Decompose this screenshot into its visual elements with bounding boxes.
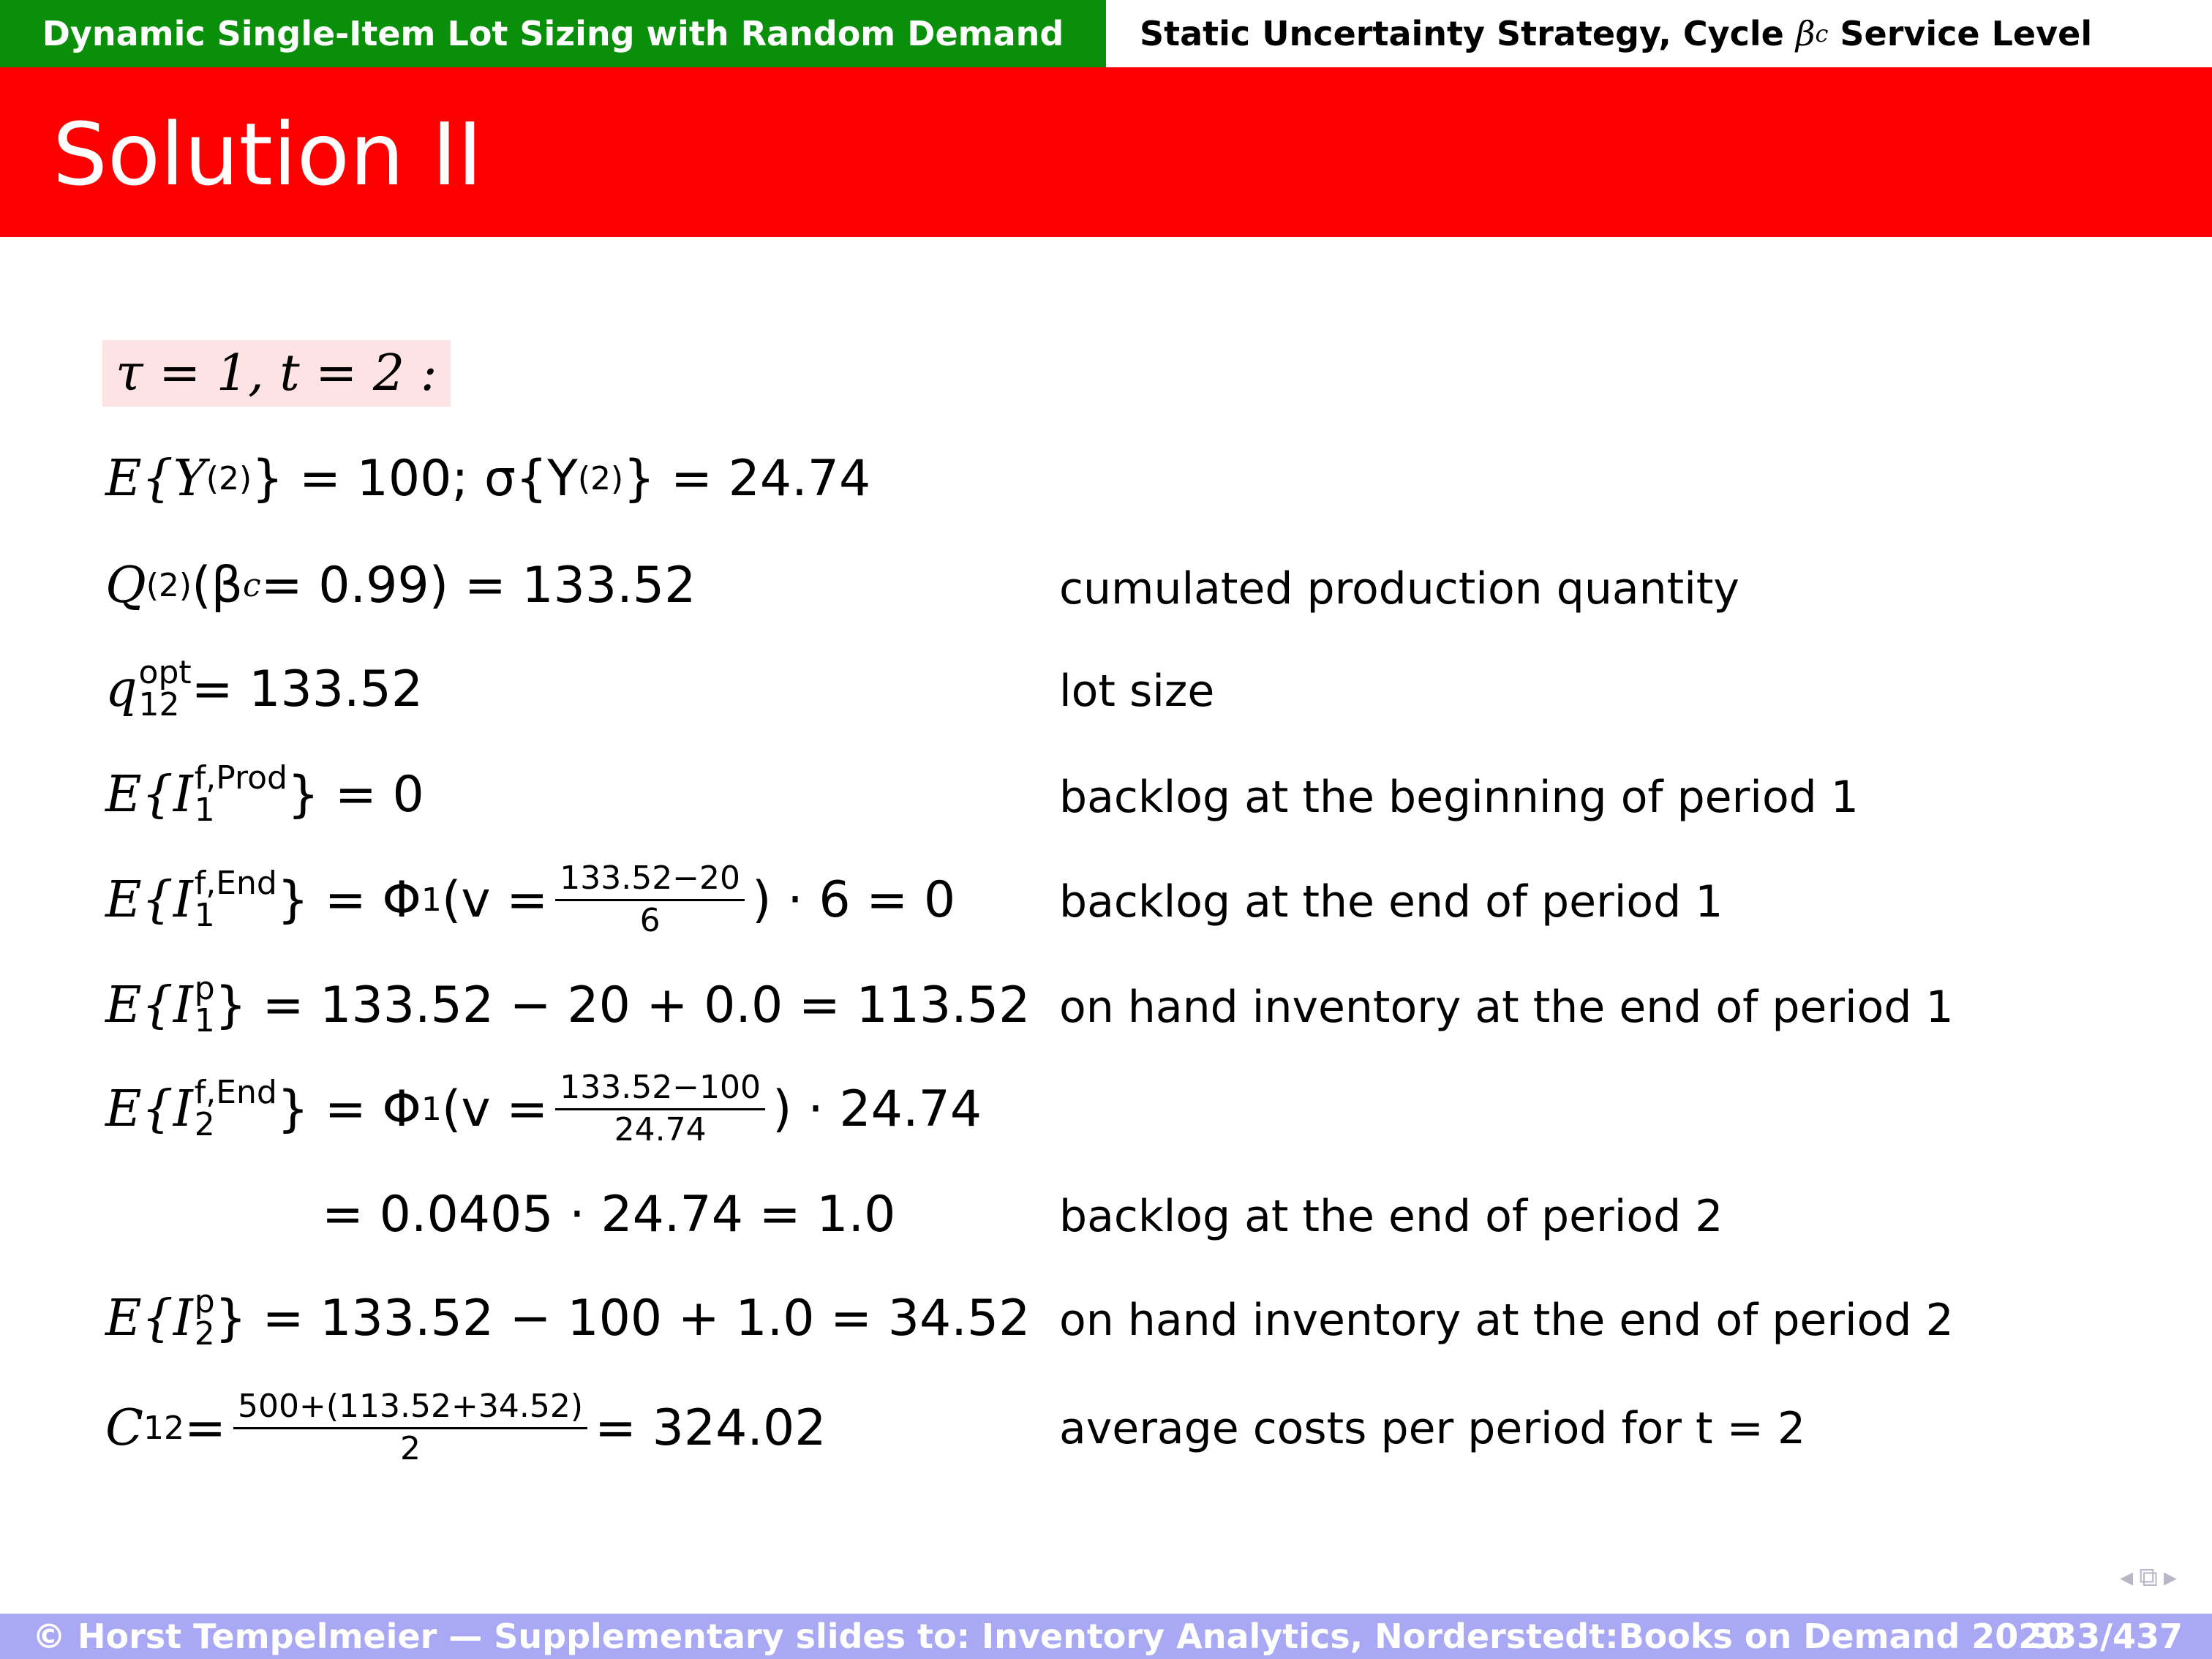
- l7-c: (v =: [441, 1080, 549, 1138]
- l3-a: q: [105, 660, 138, 718]
- l5-sub: 1: [194, 897, 215, 934]
- backlog-begin-line: E{I f,Prod 1 } = 0: [105, 758, 424, 831]
- l5-sup: f,End: [194, 865, 277, 902]
- l10-numerator: 500+(113.52+34.52): [233, 1390, 587, 1429]
- lot-size-desc: lot size: [1059, 666, 1215, 717]
- l10-sub: 12: [143, 1409, 185, 1447]
- l5-b: } = Φ: [276, 870, 421, 929]
- subsection-title-prefix: Static Uncertainty Strategy, Cycle: [1140, 14, 1784, 53]
- cumulated-quantity-desc: cumulated production quantity: [1059, 563, 1739, 614]
- onhand-period2-desc: on hand inventory at the end of period 2: [1059, 1295, 1954, 1346]
- average-costs-desc: average costs per period for t = 2: [1059, 1403, 1806, 1454]
- frame-icon[interactable]: ⧉: [2139, 1562, 2164, 1592]
- l10-denominator: 2: [400, 1429, 421, 1467]
- l7-sub: 2: [194, 1106, 215, 1143]
- l5-phisup: 1: [421, 881, 442, 919]
- l2-b: (β: [192, 556, 244, 614]
- l8: = 0.0405 · 24.74 = 1.0: [322, 1185, 896, 1244]
- l2-c: = 0.99) = 133.52: [260, 556, 696, 614]
- l7-denominator: 24.74: [614, 1110, 707, 1148]
- lot-size-line: q opt 12 = 133.52: [105, 652, 423, 726]
- backlog-end-period2-desc: backlog at the end of period 2: [1059, 1191, 1723, 1242]
- beta-symbol: β: [1795, 14, 1816, 53]
- l3-b: = 133.52: [191, 660, 424, 718]
- l10-a: C: [105, 1399, 144, 1457]
- l2-a: Q: [105, 556, 146, 614]
- l5-d: ) · 6 = 0: [752, 870, 956, 929]
- l9-sup: p: [194, 1283, 215, 1320]
- backlog-end-period2-line: E{I f,End 2 } = Φ 1 (v = 133.52−100 24.74 ) · 2…: [105, 1071, 982, 1148]
- expectation-line: E{Y (2)} = 100; σ{Y (2)} = 24.74: [105, 442, 870, 515]
- l6-sup: p: [194, 970, 215, 1007]
- l5-numerator: 133.52−20: [555, 862, 745, 901]
- l4-b: } = 0: [287, 765, 424, 824]
- l7-a: E{I: [105, 1080, 193, 1138]
- section-title[interactable]: Dynamic Single-Item Lot Sizing with Rand…: [0, 0, 1106, 67]
- backlog-end-period1-desc: backlog at the end of period 1: [1059, 876, 1723, 928]
- l4-a: E{I: [105, 765, 193, 824]
- l1-c: } = 24.74: [623, 449, 871, 508]
- l2-sub: c: [243, 566, 261, 604]
- l6-sub: 1: [194, 1002, 215, 1039]
- l5-denominator: 6: [639, 901, 661, 939]
- l9-b: } = 133.52 − 100 + 1.0 = 34.52: [214, 1289, 1031, 1347]
- page-number: 333/437: [2030, 1617, 2183, 1656]
- l5-a: E{I: [105, 870, 193, 929]
- l6-a: E{I: [105, 976, 193, 1034]
- l3-sub: 12: [138, 686, 180, 723]
- l10-c: = 324.02: [594, 1399, 827, 1457]
- backlog-end-period1-line: E{I f,End 1} = Φ 1 (v = 133.52−20 6) · 6 = 0: [105, 862, 956, 939]
- onhand-period1-desc: on hand inventory at the end of period 1: [1059, 982, 1954, 1033]
- l7-phisup: 1: [421, 1090, 442, 1128]
- onhand-period1-line: E{I p 1} = 133.52 − 20 + 0.0 = 113.52: [105, 968, 1030, 1042]
- subsection-title-suffix: Service Level: [1840, 14, 2093, 53]
- l6-b: } = 133.52 − 20 + 0.0 = 113.52: [214, 976, 1031, 1034]
- backlog-begin-desc: backlog at the beginning of period 1: [1059, 772, 1859, 823]
- l9-sub: 2: [194, 1315, 215, 1353]
- footer-citation: © Horst Tempelmeier — Supplementary slid…: [32, 1617, 2066, 1656]
- slide-navigation[interactable]: ◂⧉▸: [2120, 1562, 2183, 1593]
- l4-sup: f,Prod: [194, 759, 287, 797]
- cumulated-quantity-line: Q (2) (β c = 0.99) = 133.52: [105, 549, 696, 622]
- tau-line: τ = 1, t = 2 :: [102, 336, 451, 410]
- l1-a: E{Y: [105, 449, 206, 508]
- l7-sup: f,End: [194, 1074, 277, 1111]
- l9-a: E{I: [105, 1289, 193, 1347]
- l3-sup: opt: [138, 654, 192, 691]
- l4-sub: 1: [194, 791, 215, 829]
- l7-b: } = Φ: [276, 1080, 421, 1138]
- footer-bar: © Horst Tempelmeier — Supplementary slid…: [0, 1614, 2212, 1659]
- nav-left-icon[interactable]: ◂: [2120, 1562, 2139, 1592]
- l2-sup: (2): [146, 566, 192, 604]
- nav-right-icon[interactable]: ▸: [2164, 1562, 2183, 1592]
- tau-highlight: τ = 1, t = 2 :: [102, 339, 451, 407]
- l7-d: ) · 24.74: [772, 1080, 982, 1138]
- average-costs-line: C 12 = 500+(113.52+34.52) 2 = 324.02: [105, 1390, 827, 1467]
- l10-b: =: [184, 1399, 227, 1457]
- l7-numerator: 133.52−100: [555, 1071, 766, 1110]
- l1-sup2: (2): [577, 459, 624, 497]
- l1-b: } = 100; σ{Y: [252, 449, 578, 508]
- slide-title-bar: Solution II: [0, 67, 2212, 237]
- backlog-result-line: = 0.0405 · 24.74 = 1.0: [322, 1178, 895, 1251]
- onhand-period2-line: E{I p 2} = 133.52 − 100 + 1.0 = 34.52: [105, 1282, 1030, 1355]
- beta-subscript: c: [1815, 20, 1829, 48]
- header-bar: Dynamic Single-Item Lot Sizing with Rand…: [0, 0, 2212, 67]
- slide-title: Solution II: [53, 104, 483, 205]
- l5-c: (v =: [441, 870, 549, 929]
- l1-sup1: (2): [206, 459, 252, 497]
- subsection-title[interactable]: Static Uncertainty Strategy, Cycle βc Se…: [1106, 0, 2212, 67]
